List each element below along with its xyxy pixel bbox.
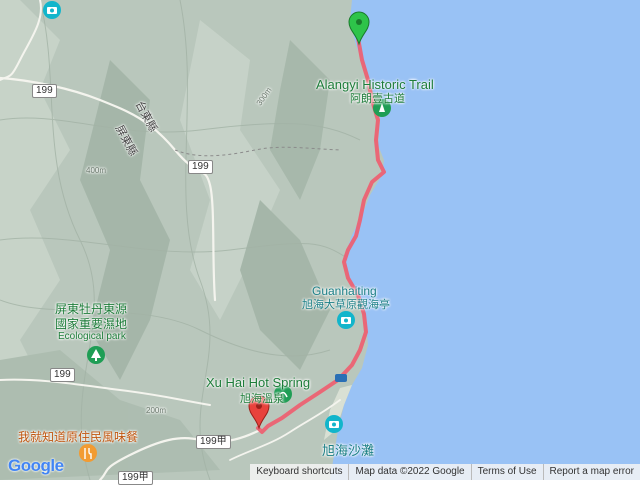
- ecopark-label[interactable]: Ecological park: [58, 331, 126, 342]
- camera-icon[interactable]: [325, 415, 343, 433]
- alangyi-trail-label-zh[interactable]: 阿朗壹古道: [350, 90, 405, 106]
- guanhaiting-label-zh[interactable]: 旭海大草原觀海亭: [302, 296, 390, 312]
- hotspring-label-zh[interactable]: 旭海溫泉: [240, 390, 284, 406]
- sea: [330, 0, 640, 480]
- ecopark-label-zh-2[interactable]: 國家重要濕地: [55, 315, 127, 332]
- road-shield-199: 199: [50, 368, 75, 382]
- restaurant-label[interactable]: 我就知道原住民風味餐: [18, 428, 138, 445]
- highway-marker-icon: [335, 374, 347, 382]
- map-data-text: Map data ©2022 Google: [348, 464, 470, 480]
- beach-label[interactable]: 旭海沙灘: [322, 440, 374, 459]
- road-shield-199jia: 199甲: [118, 471, 153, 485]
- camera-icon[interactable]: [43, 1, 61, 19]
- park-tree-icon[interactable]: [87, 346, 105, 364]
- attribution-bar: Keyboard shortcuts Map data ©2022 Google…: [250, 464, 640, 480]
- report-map-error-link[interactable]: Report a map error: [542, 464, 640, 480]
- road-shield-199jia: 199甲: [196, 435, 231, 449]
- terms-of-use-link[interactable]: Terms of Use: [470, 464, 543, 480]
- map-canvas[interactable]: [0, 0, 640, 480]
- road-shield-199: 199: [32, 84, 57, 98]
- google-logo[interactable]: Google: [8, 456, 64, 476]
- hotspring-label[interactable]: Xu Hai Hot Spring: [206, 375, 310, 390]
- contour-label: 400m: [86, 166, 107, 175]
- google-logo-text: Google: [8, 456, 64, 475]
- keyboard-shortcuts-link[interactable]: Keyboard shortcuts: [250, 464, 348, 480]
- contour-label: 200m: [146, 406, 167, 415]
- road-shield-199: 199: [188, 160, 213, 174]
- restaurant-icon[interactable]: [79, 444, 97, 462]
- camera-icon[interactable]: [337, 311, 355, 329]
